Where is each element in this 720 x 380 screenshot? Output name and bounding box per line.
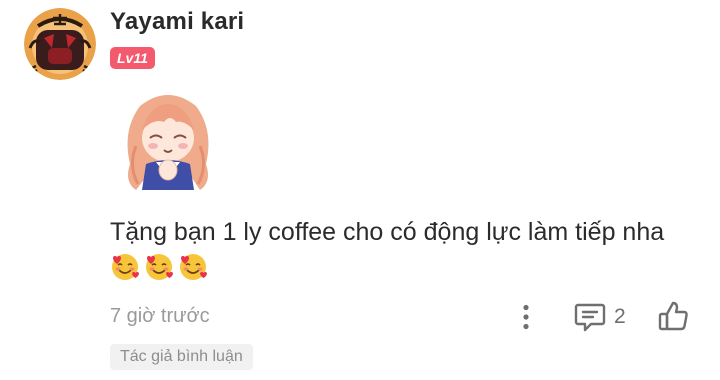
like-button[interactable] (655, 298, 691, 334)
sticker-image (110, 86, 226, 198)
comment-text: Tặng bạn 1 ly coffee cho có động lực làm… (110, 218, 665, 246)
timestamp: 7 giờ trước (110, 305, 210, 327)
smiling-face-with-hearts-icon (180, 254, 207, 280)
thumbs-up-icon (658, 301, 688, 331)
emoji-row (110, 252, 208, 282)
avatar[interactable] (24, 8, 96, 80)
vertical-dots-icon (523, 304, 529, 330)
anime-girl-praying-sticker-icon (127, 95, 209, 190)
more-options-button[interactable] (510, 300, 542, 334)
author-tag: Tác giả bình luận (110, 344, 253, 370)
smiling-face-with-hearts-icon (146, 254, 173, 280)
tiger-avatar-icon (24, 8, 96, 80)
reply-count: 2 (614, 305, 626, 328)
reply-button[interactable]: 2 (574, 300, 626, 334)
username[interactable]: Yayami kari (110, 8, 244, 36)
comment-bubble-icon (574, 303, 606, 332)
smiling-face-with-hearts-icon (112, 254, 139, 280)
level-badge: Lv11 (110, 47, 155, 69)
